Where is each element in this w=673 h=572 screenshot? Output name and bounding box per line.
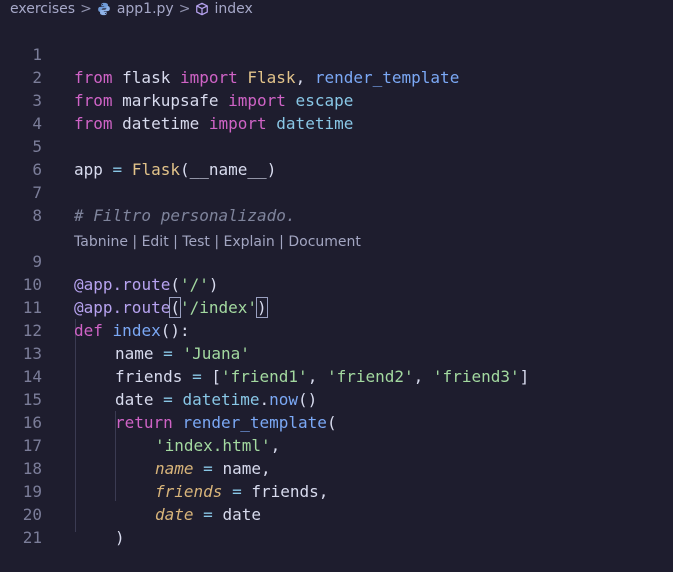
code-line[interactable]: 6 bbox=[0, 135, 673, 179]
code-line[interactable]: 20 ) bbox=[0, 480, 673, 547]
breadcrumb-file[interactable]: app1.py bbox=[117, 1, 174, 17]
code-line[interactable]: 10 @app.route('/index') bbox=[0, 250, 673, 318]
breadcrumb: exercises > app1.py > index bbox=[0, 0, 673, 18]
code-line[interactable]: 17 name = name, bbox=[0, 411, 673, 478]
codelens-bar[interactable]: Tabnine | Edit | Test | Explain | Docume… bbox=[0, 204, 673, 250]
code-line[interactable]: 14 date = datetime.now() bbox=[0, 342, 673, 409]
chevron-right-icon: > bbox=[80, 1, 92, 17]
code-line[interactable]: 5 app = Flask(__name__) bbox=[0, 112, 673, 179]
method-cube-icon bbox=[196, 2, 209, 16]
code-line[interactable]: 9 @app.route('/') bbox=[0, 227, 673, 294]
code-line[interactable]: 2 from markupsafe import escape bbox=[0, 43, 673, 110]
code-line[interactable]: 1 from flask import Flask, render_templa… bbox=[0, 20, 673, 87]
code-line[interactable]: 3 from datetime import datetime bbox=[0, 66, 673, 133]
code-line[interactable]: 12 name = 'Juana' bbox=[0, 296, 673, 363]
breadcrumb-folder[interactable]: exercises bbox=[10, 1, 75, 17]
breadcrumb-symbol[interactable]: index bbox=[214, 1, 252, 17]
code-line[interactable]: 11 def index(): bbox=[0, 273, 673, 340]
python-file-icon bbox=[97, 2, 110, 16]
code-line[interactable]: 13 friends = ['friend1', 'friend2', 'fri… bbox=[0, 319, 673, 386]
code-line[interactable]: 7 # Filtro personalizado. bbox=[0, 158, 673, 225]
code-line[interactable]: 8 bbox=[0, 181, 673, 225]
code-editor[interactable]: 1 from flask import Flask, render_templa… bbox=[0, 20, 673, 547]
code-line[interactable]: 19 date = date bbox=[0, 457, 673, 524]
code-line[interactable]: 21 bbox=[0, 503, 673, 547]
code-line[interactable]: 16 'index.html', bbox=[0, 388, 673, 455]
chevron-right-icon: > bbox=[178, 1, 191, 17]
code-line[interactable]: 4 bbox=[0, 89, 673, 133]
code-line[interactable]: 18 friends = friends, bbox=[0, 434, 673, 501]
line-number: 21 bbox=[22, 528, 42, 547]
code-line[interactable]: 15 return render_template( bbox=[0, 365, 673, 432]
